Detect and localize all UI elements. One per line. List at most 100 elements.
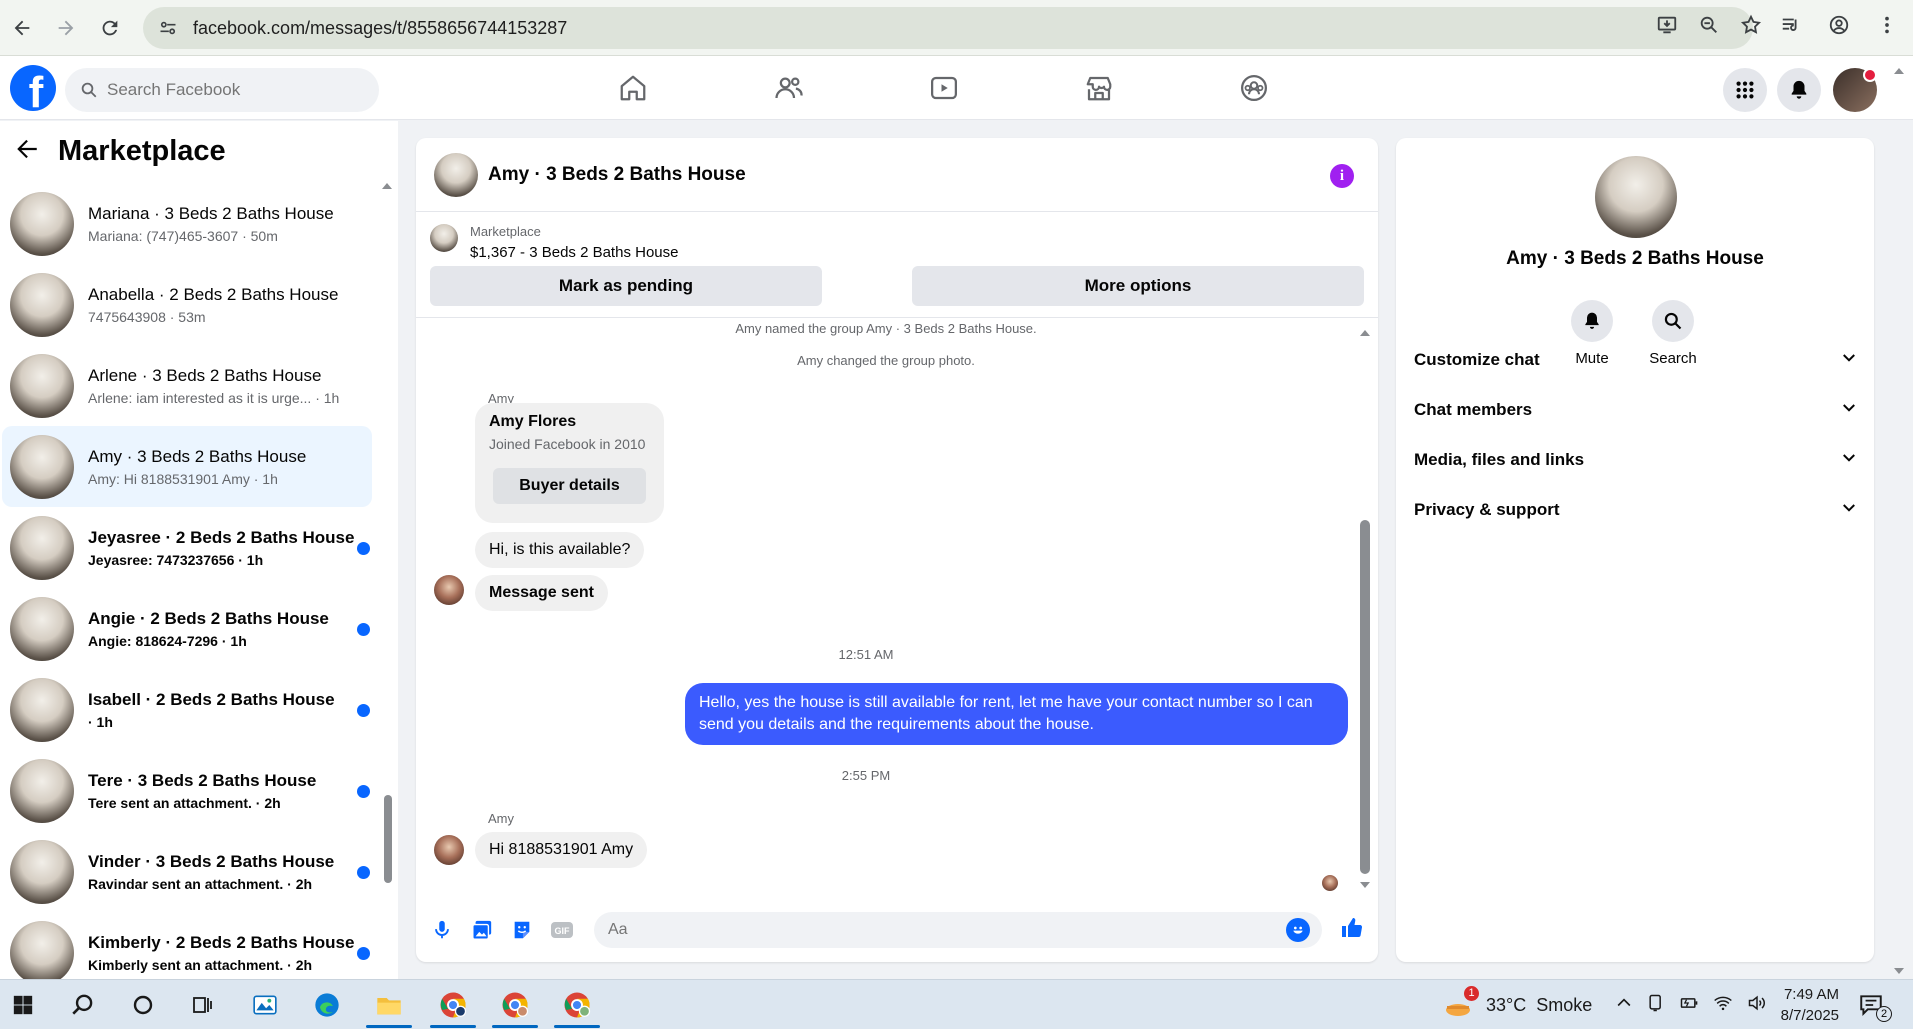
chat-list-item[interactable]: Tere · 3 Beds 2 Baths House Tere sent an … xyxy=(0,750,380,831)
chrome-profile-2-icon[interactable] xyxy=(500,990,530,1020)
home-nav-icon[interactable] xyxy=(578,64,688,112)
chat-list-scroll-thumb[interactable] xyxy=(384,795,392,883)
sender-avatar[interactable] xyxy=(434,835,464,865)
forward-icon[interactable] xyxy=(48,10,84,46)
info-section-row[interactable]: Customize chat xyxy=(1414,338,1858,382)
media-control-icon[interactable] xyxy=(1779,13,1803,37)
taskbar-search-icon[interactable] xyxy=(68,990,98,1020)
scroll-up-icon[interactable] xyxy=(1359,328,1371,338)
sender-avatar[interactable] xyxy=(434,575,464,605)
sticker-icon[interactable] xyxy=(510,918,534,942)
chat-thumbnail xyxy=(10,191,74,256)
info-section-label: Chat members xyxy=(1414,400,1533,419)
chat-name: Isabell · 2 Beds 2 Baths House xyxy=(88,689,335,709)
wifi-icon[interactable] xyxy=(1712,993,1734,1018)
address-bar[interactable]: facebook.com/messages/t/8558656744153287 xyxy=(143,7,1753,49)
gif-icon[interactable]: GIF xyxy=(550,918,574,942)
photo-icon[interactable] xyxy=(470,918,494,942)
chat-list-item[interactable]: Arlene · 3 Beds 2 Baths House Arlene: iam… xyxy=(0,345,380,426)
listing-price-title[interactable]: $1,367 - 3 Beds 2 Baths House xyxy=(470,244,678,261)
chat-list-item[interactable]: Angie · 2 Beds 2 Baths House Angie: 81862… xyxy=(0,588,380,669)
watch-nav-icon[interactable] xyxy=(889,64,999,112)
clock-time: 7:49 AM xyxy=(1783,986,1839,1003)
outgoing-message[interactable]: Hello, yes the house is still available … xyxy=(685,683,1348,745)
svg-text:GIF: GIF xyxy=(555,926,571,936)
volume-icon[interactable] xyxy=(1746,993,1768,1018)
chat-name: Angie · 2 Beds 2 Baths House xyxy=(88,608,329,628)
info-icon[interactable]: i xyxy=(1330,164,1354,188)
facebook-search[interactable] xyxy=(65,68,379,112)
info-section-label: Media, files and links xyxy=(1414,450,1585,469)
browser-toolbar: facebook.com/messages/t/8558656744153287 xyxy=(0,0,1913,56)
cortana-icon[interactable] xyxy=(128,990,158,1020)
chat-list-item[interactable]: Amy · 3 Beds 2 Baths House Amy: Hi 818853… xyxy=(2,426,372,507)
conversation-title[interactable]: Amy · 3 Beds 2 Baths House xyxy=(488,164,746,186)
photos-app-icon[interactable] xyxy=(250,990,280,1020)
weather-widget[interactable]: 1 33°C Smoke xyxy=(1444,980,1592,1029)
listing-thumbnail[interactable] xyxy=(430,224,458,252)
emoji-icon[interactable] xyxy=(1286,918,1310,942)
chat-list-item[interactable]: Mariana · 3 Beds 2 Baths House Mariana: (… xyxy=(0,183,380,264)
buyer-name: Amy Flores xyxy=(489,413,577,430)
more-options-button[interactable]: More options xyxy=(912,266,1364,306)
chat-list-item[interactable]: Anabella · 2 Beds 2 Baths House 747564390… xyxy=(0,264,380,345)
site-info-icon[interactable] xyxy=(155,15,181,41)
meet-now-icon[interactable] xyxy=(1646,993,1666,1018)
chat-thumbnail xyxy=(10,677,74,742)
group-photo[interactable] xyxy=(1595,156,1677,238)
install-app-icon[interactable] xyxy=(1655,13,1679,37)
reload-icon[interactable] xyxy=(92,10,128,46)
mark-pending-button[interactable]: Mark as pending xyxy=(430,266,822,306)
system-clock[interactable]: 7:49 AM 8/7/2025 xyxy=(1781,984,1839,1026)
chat-list-item[interactable]: Vinder · 3 Beds 2 Baths House Ravindar se… xyxy=(0,831,380,912)
chat-list-item[interactable]: Jeyasree · 2 Beds 2 Baths House Jeyasree:… xyxy=(0,507,380,588)
chrome-profile-1-icon[interactable] xyxy=(438,990,468,1020)
search-input[interactable] xyxy=(107,80,347,100)
bell-icon xyxy=(1571,300,1613,342)
page-scrollbar[interactable] xyxy=(1893,66,1905,976)
message-thread: Amy named the group Amy · 3 Beds 2 Baths… xyxy=(416,319,1378,896)
edge-browser-icon[interactable] xyxy=(312,990,342,1020)
back-arrow-icon[interactable] xyxy=(14,136,40,167)
message-input-field[interactable] xyxy=(594,912,1322,948)
kebab-menu-icon[interactable] xyxy=(1875,13,1899,37)
microphone-icon[interactable] xyxy=(430,918,454,942)
notification-count-badge: 2 xyxy=(1876,1006,1892,1022)
groups-nav-icon[interactable] xyxy=(1199,64,1309,112)
back-icon[interactable] xyxy=(4,10,40,46)
chat-preview: Mariana: (747)465-3607 · 50m xyxy=(88,227,278,244)
buyer-details-button[interactable]: Buyer details xyxy=(493,468,646,504)
info-section-row[interactable]: Chat members xyxy=(1414,388,1858,432)
file-explorer-icon[interactable] xyxy=(374,990,404,1020)
chat-preview: · 1h xyxy=(88,713,113,730)
windows-start-icon[interactable] xyxy=(8,990,38,1020)
info-section-row[interactable]: Privacy & support xyxy=(1414,488,1858,532)
chevron-down-icon xyxy=(1840,399,1858,422)
bookmark-star-icon[interactable] xyxy=(1739,13,1763,37)
message-input[interactable] xyxy=(608,921,1248,939)
thumbs-up-icon[interactable] xyxy=(1340,916,1364,940)
info-section-row[interactable]: Media, files and links xyxy=(1414,438,1858,482)
battery-icon[interactable] xyxy=(1678,993,1700,1018)
thread-scroll-thumb[interactable] xyxy=(1360,520,1370,874)
incoming-message[interactable]: Message sent xyxy=(475,575,608,611)
notification-center-icon[interactable]: 2 xyxy=(1856,990,1892,1022)
zoom-icon[interactable] xyxy=(1697,13,1721,37)
profile-icon[interactable] xyxy=(1827,13,1851,37)
task-view-icon[interactable] xyxy=(188,990,218,1020)
menu-grid-icon[interactable] xyxy=(1723,68,1767,112)
chat-list-item[interactable]: Isabell · 2 Beds 2 Baths House · 1h xyxy=(0,669,380,750)
windows-taskbar: 1 33°C Smoke 7:49 AM 8/7/2025 2 xyxy=(0,979,1913,1029)
show-hidden-icons-chevron-icon[interactable] xyxy=(1614,993,1634,1018)
chrome-profile-3-icon[interactable] xyxy=(562,990,592,1020)
buyer-joined: Joined Facebook in 2010 xyxy=(489,436,646,452)
scroll-down-icon[interactable] xyxy=(1359,880,1371,890)
facebook-logo-icon[interactable]: f xyxy=(10,65,56,111)
unread-dot xyxy=(357,623,370,636)
notifications-bell-icon[interactable] xyxy=(1777,68,1821,112)
conversation-avatar[interactable] xyxy=(434,152,478,197)
friends-nav-icon[interactable] xyxy=(734,64,844,112)
incoming-message[interactable]: Hi, is this available? xyxy=(475,532,645,568)
marketplace-nav-icon[interactable] xyxy=(1044,64,1154,112)
incoming-message[interactable]: Hi 8188531901 Amy xyxy=(475,832,648,868)
